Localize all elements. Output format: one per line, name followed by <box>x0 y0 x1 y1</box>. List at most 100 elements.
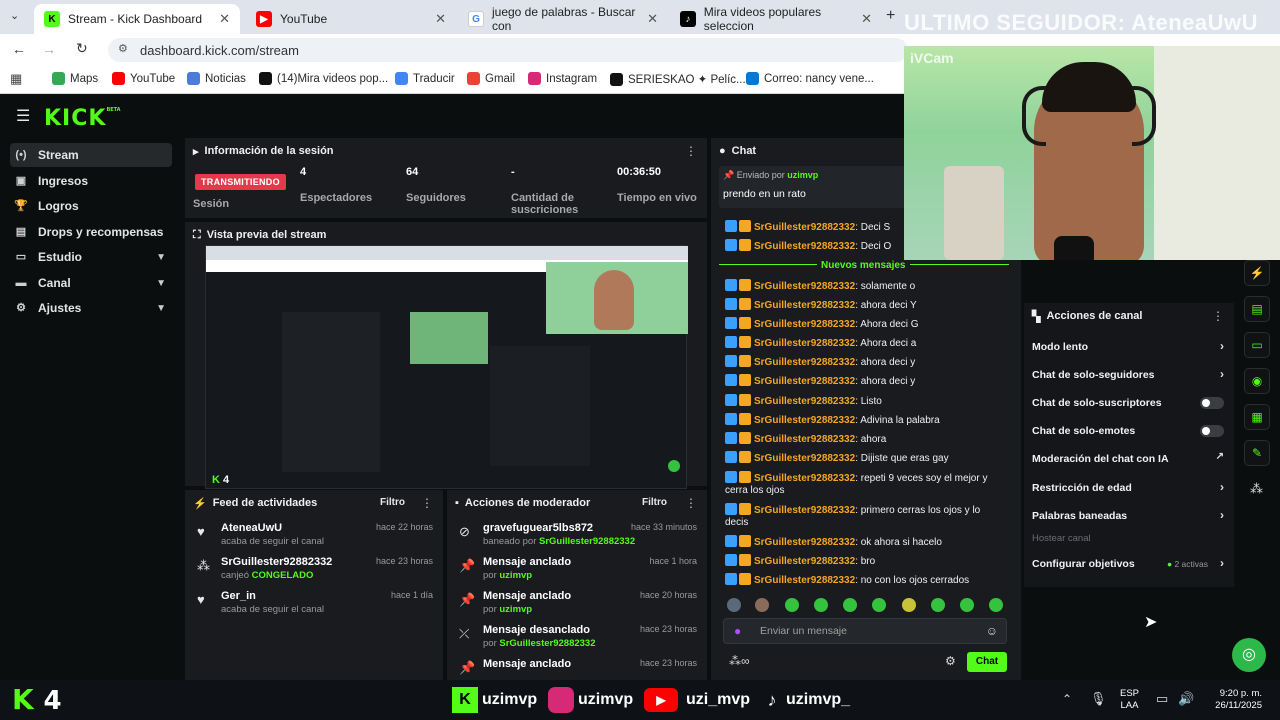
emote-icon[interactable] <box>727 598 741 612</box>
chat-username[interactable]: SrGuillester92882332 <box>754 241 855 252</box>
rail-points-icon[interactable]: ⁂ <box>1250 481 1263 497</box>
sidebar-item-ingresos[interactable]: ▣ Ingresos <box>10 169 172 193</box>
mod-action-user[interactable]: uzimvp <box>499 604 532 615</box>
chat-username[interactable]: SrGuillester92882332 <box>754 338 855 349</box>
bookmark-tiktok[interactable]: (14)Mira videos pop... <box>259 72 388 85</box>
mod-action-user[interactable]: SrGuillester92882332 <box>499 638 595 649</box>
more-icon[interactable]: ⋮ <box>1212 309 1224 323</box>
sidebar-item-logros[interactable]: 🏆 Logros <box>10 194 172 218</box>
back-icon[interactable]: ← <box>12 41 26 57</box>
mod-action-user[interactable]: uzimvp <box>499 570 532 581</box>
gear-icon[interactable]: ⚙ <box>945 654 956 668</box>
mod-filter-button[interactable]: Filtro <box>642 497 667 508</box>
chat-username[interactable]: SrGuillester92882332 <box>754 575 855 586</box>
taskbar-kick-app[interactable]: K <box>452 686 478 714</box>
bookmark-youtube[interactable]: YouTube <box>112 72 175 85</box>
microphone-icon[interactable]: 🎙 <box>1090 691 1107 707</box>
chat-username[interactable]: SrGuillester92882332 <box>754 415 855 426</box>
rail-layout-icon[interactable]: ▦ <box>1244 404 1270 430</box>
chat-input[interactable]: ● Enviar un mensaje ☺ <box>723 618 1007 644</box>
taskbar-instagram-app[interactable]: uzimvp <box>548 686 633 714</box>
feed-user[interactable]: AteneaUwU <box>221 522 282 534</box>
feed-filter-button[interactable]: Filtro <box>380 497 405 508</box>
chat-username[interactable]: SrGuillester92882332 <box>754 357 855 368</box>
sidebar-item-canal[interactable]: ▬ Canal ▼ <box>10 271 172 295</box>
close-icon[interactable]: ✕ <box>219 11 230 27</box>
apps-grid-icon[interactable]: ▦ <box>10 71 22 87</box>
bookmark-traducir[interactable]: Traducir <box>395 72 455 85</box>
emotes-only-toggle[interactable] <box>1200 425 1224 437</box>
action-age-restriction[interactable]: Restricción de edad › <box>1024 478 1234 498</box>
reload-icon[interactable]: ↻ <box>76 40 88 57</box>
close-icon[interactable]: ✕ <box>647 11 658 27</box>
bookmark-instagram[interactable]: Instagram <box>528 72 597 85</box>
chat-username[interactable]: SrGuillester92882332 <box>754 537 855 548</box>
chat-username[interactable]: SrGuillester92882332 <box>754 396 855 407</box>
tab-google-search[interactable]: G juego de palabras - Buscar con ✕ <box>458 4 668 34</box>
subscribers-only-toggle[interactable] <box>1200 397 1224 409</box>
tab-kick-dashboard[interactable]: K Stream - Kick Dashboard ✕ <box>34 4 240 34</box>
emote-icon[interactable] <box>785 598 799 612</box>
bookmark-correo[interactable]: Correo: nancy vene... <box>746 72 874 85</box>
network-icon[interactable]: ▭ <box>1156 691 1168 707</box>
chat-username[interactable]: SrGuillester92882332 <box>754 376 855 387</box>
chat-username[interactable]: SrGuillester92882332 <box>754 319 855 330</box>
tab-list-icon[interactable]: ⌄ <box>10 9 19 22</box>
more-icon[interactable]: ⋮ <box>685 144 697 158</box>
tab-tiktok[interactable]: ♪ Mira videos populares seleccion ✕ <box>670 4 882 34</box>
rail-wrench-icon[interactable]: ✎ <box>1244 440 1270 466</box>
bookmark-noticias[interactable]: Noticias <box>187 72 246 85</box>
bookmark-gmail[interactable]: Gmail <box>467 72 515 85</box>
mod-action-user[interactable]: SrGuillester92882332 <box>539 536 635 547</box>
feed-user[interactable]: SrGuillester92882332 <box>221 556 332 568</box>
rail-bolt-icon[interactable]: ⚡ <box>1244 260 1270 286</box>
chat-username[interactable]: SrGuillester92882332 <box>754 281 855 292</box>
language-indicator[interactable]: ESP LAA <box>1120 688 1139 712</box>
rail-chat-icon[interactable]: ▭ <box>1244 332 1270 358</box>
stream-preview-video[interactable]: K 4 <box>205 245 688 489</box>
emoji-icon[interactable]: ☺ <box>986 624 998 638</box>
emote-icon[interactable] <box>843 598 857 612</box>
points-icon[interactable]: ⁂∞ <box>729 654 750 668</box>
chat-username[interactable]: SrGuillester92882332 <box>754 434 855 445</box>
chat-send-button[interactable]: Chat <box>967 652 1007 672</box>
tab-youtube[interactable]: ▶ YouTube ✕ <box>246 4 456 34</box>
new-tab-icon[interactable]: + <box>886 7 895 25</box>
sidebar-item-drops[interactable]: ▤ Drops y recompensas <box>10 220 172 244</box>
chat-username[interactable]: SrGuillester92882332 <box>754 300 855 311</box>
action-banned-words[interactable]: Palabras baneadas › <box>1024 506 1234 526</box>
menu-icon[interactable]: ☰ <box>16 106 30 126</box>
emote-icon[interactable] <box>872 598 886 612</box>
bookmark-maps[interactable]: Maps <box>52 72 98 85</box>
emote-icon[interactable] <box>931 598 945 612</box>
chat-username[interactable]: SrGuillester92882332 <box>754 556 855 567</box>
pinned-user[interactable]: uzimvp <box>787 170 818 180</box>
action-followers-only[interactable]: Chat de solo-seguidores › <box>1024 365 1234 385</box>
url-field[interactable]: ⚙ dashboard.kick.com/stream <box>108 38 908 62</box>
chevron-up-icon[interactable]: ⌃ <box>1062 692 1072 706</box>
chat-username[interactable]: SrGuillester92882332 <box>754 473 855 484</box>
emote-icon[interactable] <box>989 598 1003 612</box>
emote-icon[interactable] <box>755 598 769 612</box>
kick-logo[interactable]: KICKBETA <box>44 106 121 131</box>
site-info-icon[interactable]: ⚙ <box>118 42 128 55</box>
sidebar-item-estudio[interactable]: ▭ Estudio ▼ <box>10 245 172 269</box>
volume-icon[interactable]: 🔊 <box>1178 691 1194 707</box>
more-icon[interactable]: ⋮ <box>685 496 697 510</box>
close-icon[interactable]: ✕ <box>435 11 446 27</box>
taskbar-youtube-app[interactable]: ▶ uzi_mvp <box>644 686 750 714</box>
chat-username[interactable]: SrGuillester92882332 <box>754 505 855 516</box>
emote-icon[interactable] <box>814 598 828 612</box>
rail-broadcast-icon[interactable]: ◉ <box>1244 368 1270 394</box>
action-slow-mode[interactable]: Modo lento › <box>1024 337 1234 357</box>
sidebar-item-stream[interactable]: (•) Stream <box>10 143 172 167</box>
forward-icon[interactable]: → <box>42 41 56 57</box>
emote-icon[interactable] <box>960 598 974 612</box>
chat-username[interactable]: SrGuillester92882332 <box>754 222 855 233</box>
bookmark-serieskao[interactable]: SERIESKAO ✦ Pelíc... <box>610 72 746 86</box>
feed-user[interactable]: Ger_in <box>221 590 256 602</box>
clock[interactable]: 9:20 p. m. 26/11/2025 <box>1204 688 1262 712</box>
support-chat-icon[interactable]: ◎ <box>1232 638 1266 672</box>
emote-icon[interactable] <box>902 598 916 612</box>
close-icon[interactable]: ✕ <box>861 11 872 27</box>
